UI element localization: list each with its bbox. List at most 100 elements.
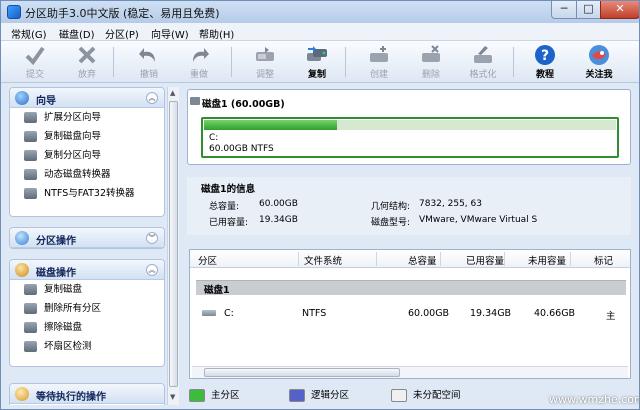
follow-button[interactable]: 关注我 (579, 43, 619, 81)
pending-ops-header[interactable]: 等待执行的操作 (10, 384, 164, 404)
menu-partition[interactable]: 分区(P) (105, 26, 139, 41)
create-button[interactable]: 创建 (359, 43, 399, 81)
toolbar-separator (513, 47, 514, 77)
column-filesystem[interactable]: 文件系统 (304, 253, 342, 267)
pending-ops-icon (15, 387, 29, 401)
toolbar-separator (113, 47, 114, 77)
pending-ops-title: 等待执行的操作 (36, 392, 106, 403)
menu-disk[interactable]: 磁盘(D) (59, 26, 95, 41)
minimize-button[interactable]: ─ (551, 1, 577, 19)
toolbar: 提交 放弃 撤销 重做 调整 复制 创建 删除 格式化 ? 教程 关注我 (1, 41, 639, 83)
app-window: 分区助手3.0中文版 (稳定、易用且免费) ─ □ ✕ 常规(G) 磁盘(D) … (0, 0, 640, 410)
menu-wizard[interactable]: 向导(W) (151, 26, 189, 41)
help-icon: ? (535, 45, 555, 65)
sidebar-item-dynamic-disk-converter[interactable]: 动态磁盘转换器 (10, 165, 164, 184)
cell-partition[interactable]: C: (224, 308, 234, 319)
copy-partition-icon (24, 150, 37, 161)
disk-model-label: 磁盘型号: (371, 218, 411, 228)
cell-flag[interactable]: 主 (606, 308, 616, 322)
cell-filesystem[interactable]: NTFS (302, 308, 326, 319)
copy-button[interactable]: 复制 (297, 43, 337, 81)
unallocated-swatch (391, 389, 407, 402)
check-icon (25, 46, 45, 66)
scrollbar-thumb[interactable] (169, 101, 178, 387)
toolbar-separator (345, 47, 346, 77)
disk-model-value: VMware, VMware Virtual S (419, 215, 538, 225)
sidebar-item-bad-sector-check[interactable]: 坏扇区检测 (10, 337, 164, 356)
redo-button[interactable]: 重做 (179, 43, 219, 81)
svg-text:?: ? (541, 48, 549, 64)
resize-button[interactable]: 调整 (245, 43, 285, 81)
column-flag[interactable]: 标记 (594, 253, 613, 267)
sidebar-item-delete-all-partitions[interactable]: 删除所有分区 (10, 299, 164, 318)
maximize-button[interactable]: □ (576, 1, 601, 19)
usage-bar-fill (204, 120, 337, 130)
wizard-panel-title: 向导 (36, 96, 56, 107)
partition-desc: 60.00GB NTFS (209, 144, 274, 154)
resize-icon (256, 47, 274, 61)
sidebar-item-ntfs-fat32-converter[interactable]: NTFS与FAT32转换器 (10, 184, 164, 203)
sidebar-item-copy-disk[interactable]: 复制磁盘 (10, 280, 164, 299)
partition-letter: C: (209, 133, 219, 143)
partition-ops-title: 分区操作 (36, 236, 76, 247)
collapse-up-icon[interactable]: ︽ (146, 264, 158, 276)
undo-button[interactable]: 撤销 (129, 43, 169, 81)
used-capacity-label: 已用容量: (209, 218, 249, 228)
sidebar-item-copy-disk-wizard[interactable]: 复制磁盘向导 (10, 127, 164, 146)
partition-ops-header[interactable]: 分区操作 ︾ (10, 228, 164, 248)
cell-used[interactable]: 19.34GB (470, 308, 511, 319)
column-free[interactable]: 未用容量 (528, 253, 566, 267)
partition-block[interactable]: C: 60.00GB NTFS (201, 117, 619, 158)
column-total[interactable]: 总容量 (408, 253, 437, 267)
discard-button[interactable]: 放弃 (67, 43, 107, 81)
table-horizontal-scrollbar[interactable] (192, 366, 628, 378)
sidebar-item-copy-partition-wizard[interactable]: 复制分区向导 (10, 146, 164, 165)
wizard-icon (15, 91, 29, 105)
copy-disk-icon (307, 46, 327, 61)
disk-ops-panel: 磁盘操作 ︽ 复制磁盘 删除所有分区 擦除磁盘 坏扇区检测 (9, 259, 165, 367)
main-area: 磁盘1 (60.00GB) C: 60.00GB NTFS 磁盘1的信息 总容量:… (185, 87, 633, 405)
column-partition[interactable]: 分区 (198, 253, 217, 267)
geometry-label: 几何结构: (371, 202, 411, 212)
close-button[interactable]: ✕ (600, 1, 639, 19)
sidebar-item-wipe-disk[interactable]: 擦除磁盘 (10, 318, 164, 337)
disk-info-title: 磁盘1的信息 (201, 184, 256, 195)
redo-icon (193, 48, 209, 62)
geometry-value: 7832, 255, 63 (419, 199, 482, 209)
primary-swatch (189, 389, 205, 402)
delete-button[interactable]: 删除 (411, 43, 451, 81)
toolbar-separator (231, 47, 232, 77)
delete-icon (422, 45, 440, 62)
table-header: 分区 文件系统 总容量 已用容量 未用容量 标记 (190, 250, 630, 268)
sidebar-scrollbar[interactable]: ▲ ▼ (167, 87, 179, 405)
disk-ops-header[interactable]: 磁盘操作 ︽ (10, 260, 164, 280)
cell-free[interactable]: 40.66GB (534, 308, 575, 319)
cell-total[interactable]: 60.00GB (408, 308, 449, 319)
window-title: 分区助手3.0中文版 (稳定、易用且免费) (25, 7, 220, 20)
tutorial-button[interactable]: ? 教程 (525, 43, 565, 81)
scrollbar-thumb[interactable] (204, 368, 400, 377)
wizard-panel-header[interactable]: 向导 ︽ (10, 88, 164, 108)
table-group-row[interactable]: 磁盘1 (196, 280, 626, 296)
scroll-up-arrow-icon[interactable]: ▲ (170, 89, 175, 97)
sidebar-item-extend-wizard[interactable]: 扩展分区向导 (10, 108, 164, 127)
expand-down-icon[interactable]: ︾ (146, 232, 158, 244)
format-button[interactable]: 格式化 (463, 43, 503, 81)
partition-label: C: 60.00GB NTFS (209, 133, 274, 155)
disk-map[interactable]: 磁盘1 (60.00GB) C: 60.00GB NTFS (187, 89, 631, 165)
partition-ops-icon (15, 231, 29, 245)
menu-general[interactable]: 常规(G) (11, 26, 47, 41)
converter-icon (24, 188, 37, 199)
usage-bar (204, 120, 616, 130)
menu-help[interactable]: 帮助(H) (199, 26, 234, 41)
column-used[interactable]: 已用容量 (466, 253, 504, 267)
commit-button[interactable]: 提交 (15, 43, 55, 81)
wipe-disk-icon (24, 322, 37, 333)
sidebar: 向导 ︽ 扩展分区向导 复制磁盘向导 复制分区向导 动态磁盘转换器 NTFS与F… (9, 87, 165, 405)
menu-bar: 常规(G) 磁盘(D) 分区(P) 向导(W) 帮助(H) (1, 23, 639, 41)
partition-ops-panel: 分区操作 ︾ (9, 227, 165, 249)
collapse-up-icon[interactable]: ︽ (146, 92, 158, 104)
x-icon (78, 46, 96, 64)
total-capacity-label: 总容量: (209, 202, 240, 212)
scroll-down-arrow-icon[interactable]: ▼ (170, 393, 175, 401)
